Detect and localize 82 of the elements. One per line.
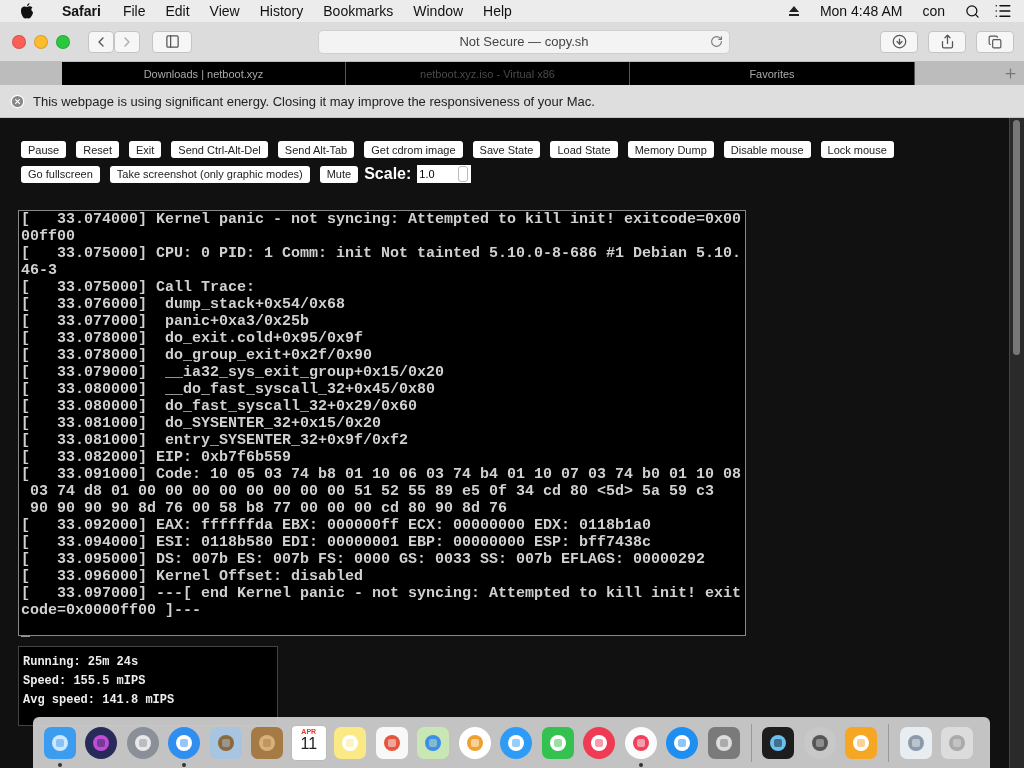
console-screen[interactable] [18,210,746,636]
emulator-button[interactable]: Lock mouse [820,141,894,158]
energy-warning: This webpage is using significant energy. Closing it may improve the responsiveness of your Mac. [33,93,595,109]
stat-line: Running: 25m 24s [23,654,140,671]
console-line: [ 33.080000] __do_fast_syscall_32+0x45/0x80 [21,381,437,398]
emulator-button[interactable]: Load State [550,141,618,158]
console-line: [ 33.092000] EAX: ffffffda EBX: 000000ff ECX: 00000000 EDX: 0118b1a0 [21,517,653,534]
reload-icon[interactable] [710,34,723,48]
emulator-button[interactable]: Memory Dump [627,141,714,158]
console-line: [ 33.074000] Kernel panic - not syncing: Attempted to kill init! exitcode=0x00 [21,211,742,228]
menu-item[interactable]: Help [483,3,512,19]
console-line: [ 33.091000] Code: 10 05 03 74 b8 01 10 06 03 74 b4 01 10 07 03 74 b0 01 10 08 [21,466,742,483]
console-line: [ 33.096000] Kernel Offset: disabled [21,568,365,585]
scale-label: Scale: [364,165,412,183]
console-line: [ 33.078000] do_exit.cold+0x95/0x9f [21,330,365,347]
emulator-button[interactable]: Send Alt-Tab [277,141,355,158]
menu-item[interactable]: History [259,3,304,19]
new-tab-icon[interactable] [1002,66,1018,81]
console-line: [ 33.078000] do_group_exit+0x2f/0x90 [21,347,374,364]
console-line: [ 33.080000] do_fast_syscall_32+0x29/0x60 [21,398,419,415]
menu-item[interactable]: Edit [165,3,190,19]
clock[interactable]: Mon 4:48 AM [819,3,903,19]
console-line: 00ff00 [21,228,76,245]
console-line: [ 33.077000] panic+0xa3/0x25b [21,313,311,330]
menu-item[interactable]: File [122,3,146,19]
text-cursor: _ [21,623,31,640]
calendar-day: 11 [300,734,318,753]
download-icon [891,34,907,49]
emulator-button[interactable]: Save State [472,141,541,158]
console-line: [ 33.075000] Call Trace: [21,279,257,296]
share-icon [939,34,955,49]
scrollbar[interactable] [1009,118,1024,768]
sidebar-icon [164,34,180,49]
menu-item[interactable]: Window [413,3,464,19]
console-line: 90 90 90 90 8d 76 00 58 b8 77 00 00 00 cd 80 90 8d 76 [29,500,509,517]
scale-field[interactable]: 1.0 [417,165,472,183]
address-field[interactable]: Not Secure — copy.sh [318,29,730,54]
app-menu[interactable]: Safari [62,3,101,19]
console-line: [ 33.081000] do_SYSENTER_32+0x15/0x20 [21,415,383,432]
apple-logo-icon[interactable] [20,3,34,19]
emulator-button[interactable]: Reset [76,141,119,158]
console-line: [ 33.081000] entry_SYSENTER_32+0x9f/0xf2 [21,432,410,449]
close-icon[interactable] [10,93,25,109]
console-line: 46-3 [21,262,58,279]
download-button[interactable] [880,30,918,53]
stat-line: Avg speed: 141.8 mIPS [23,692,176,709]
running-indicator [57,763,62,767]
zoom-button[interactable] [56,34,70,49]
emulator-button[interactable]: Send Ctrl-Alt-Del [171,141,268,158]
emulator-button[interactable]: Get cdrom image [364,141,463,158]
running-indicator [638,763,643,767]
tabs-icon [988,34,1002,49]
emulator-button[interactable]: Mute [319,165,359,183]
emulator-button[interactable]: Exit [128,141,162,158]
console-line: [ 33.094000] ESI: 0118b580 EDI: 00000001 EBP: 00000000 ESP: bff7438c [21,534,653,551]
console-line: [ 33.079000] __ia32_sys_exit_group+0x15/0x20 [21,364,446,381]
console-line: [ 33.095000] DS: 007b ES: 007b FS: 0000 GS: 0033 SS: 007b EFLAGS: 00000292 [21,551,707,568]
emulator-button[interactable]: Take screenshot (only graphic modes) [109,165,310,183]
browser-tab[interactable]: Downloads | netboot.xyz [62,62,346,85]
menu-item[interactable]: Bookmarks [323,3,394,19]
menu-item[interactable]: View [209,3,240,19]
list-icon[interactable] [994,2,1012,20]
eject-icon[interactable] [787,5,800,17]
console-line: [ 33.082000] EIP: 0xb7f6b559 [21,449,293,466]
running-indicator [182,763,187,767]
share-button[interactable] [928,30,966,53]
console-line: 03 74 d8 01 00 00 00 00 00 00 00 00 51 52 55 89 e5 0f 34 cd 80 <5d> 5a 59 c3 [29,483,716,500]
back-button[interactable] [88,30,114,53]
console-line: code=0x0000ff00 ]--- [21,602,203,619]
sidebar-button[interactable] [152,30,192,53]
tabs-button[interactable] [976,30,1014,53]
user-name[interactable]: con [922,3,945,19]
console-line: [ 33.076000] dump_stack+0x54/0x68 [21,296,347,313]
stat-line: Speed: 155.5 mIPS [23,673,147,690]
console-line: [ 33.075000] CPU: 0 PID: 1 Comm: init Not tainted 5.10.0-8-686 #1 Debian 5.10. [21,245,742,262]
browser-tab[interactable]: Favorites [630,62,915,85]
emulator-button[interactable]: Go fullscreen [21,165,100,183]
search-icon[interactable] [965,3,980,19]
emulator-button[interactable]: Pause [21,141,67,158]
close-button[interactable] [12,34,26,49]
console-line: [ 33.097000] ---[ end Kernel panic - not syncing: Attempted to kill init! exit [21,585,742,602]
emulator-button[interactable]: Disable mouse [723,141,811,158]
